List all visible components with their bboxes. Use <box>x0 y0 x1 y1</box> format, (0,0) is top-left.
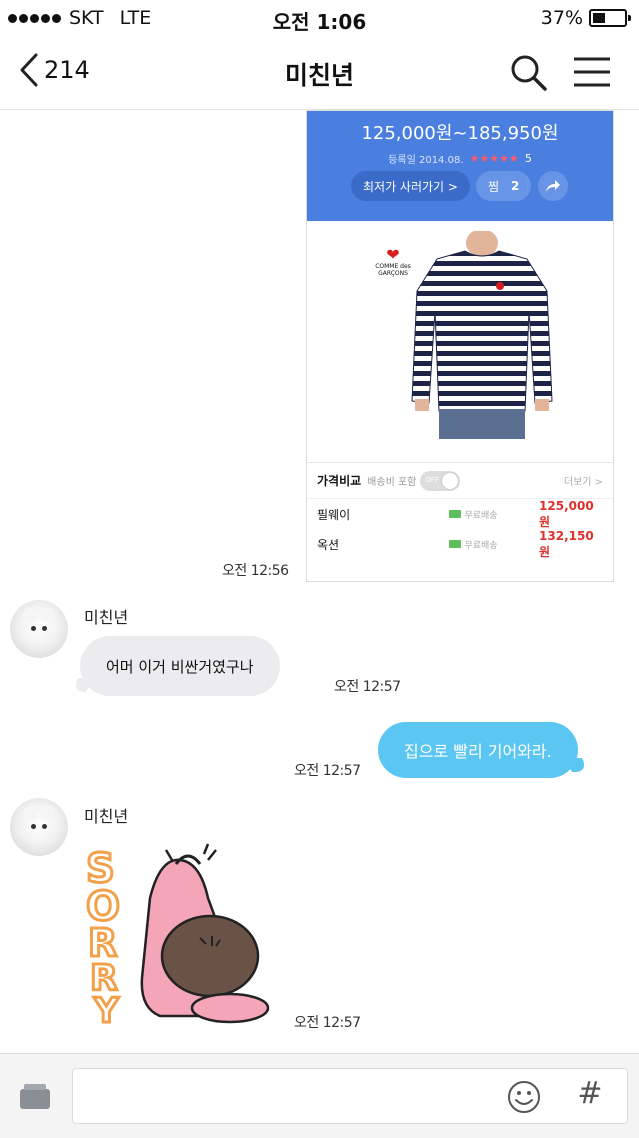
shared-product-card[interactable]: 125,000원~185,950원 등록일 2014.08. ★★★★★ 5 최… <box>306 110 614 582</box>
shop-row[interactable]: 옥션 무료배송 132,150원 <box>307 529 613 559</box>
sender-name: 미친년 <box>84 807 129 826</box>
shop-price: 125,000원 <box>539 498 594 529</box>
avatar[interactable] <box>10 798 68 856</box>
price-compare-title: 가격비교 <box>317 474 362 488</box>
registration-date: 등록일 2014.08. <box>388 155 464 166</box>
share-arrow-icon <box>546 180 560 192</box>
menu-icon[interactable] <box>572 54 612 90</box>
more-link[interactable]: 더보기 > <box>564 473 603 488</box>
shipping-info: 무료배송 <box>449 538 539 551</box>
battery-icon <box>589 9 631 27</box>
attachment-icon[interactable] <box>18 1081 52 1111</box>
shipping-label: 무료배송 <box>464 540 498 551</box>
shipping-toggle[interactable]: OFF <box>420 470 461 491</box>
truck-icon <box>449 510 462 518</box>
message-input-bar: # <box>0 1053 639 1138</box>
incoming-message-bubble[interactable]: 어머 이거 비싼거였구나 <box>80 636 280 696</box>
status-bar: SKT LTE 오전 1:06 37% <box>0 0 639 36</box>
striped-shirt-image <box>411 231 553 439</box>
emoji-icon[interactable] <box>506 1079 542 1115</box>
shop-price: 132,150원 <box>539 528 594 559</box>
chat-header: 214 미친년 <box>0 36 639 110</box>
product-summary: 125,000원~185,950원 등록일 2014.08. ★★★★★ 5 <box>307 111 613 221</box>
shop-name: 옥션 <box>317 537 340 552</box>
sorry-sticker[interactable]: S O R R Y <box>80 838 290 1028</box>
outgoing-message-bubble[interactable]: 집으로 빨리 기어와라. <box>378 722 578 778</box>
battery-percent: 37% <box>540 7 583 29</box>
wishlist-count: 2 <box>511 179 520 193</box>
share-button[interactable] <box>538 171 568 201</box>
battery-info: 37% <box>540 7 631 29</box>
wishlist-label: 찜 <box>487 179 500 194</box>
sender-name: 미친년 <box>84 608 129 627</box>
search-icon[interactable] <box>508 52 548 92</box>
sticker-letter: Y <box>93 991 119 1028</box>
shipping-included-label: 배송비 포함 <box>367 477 417 488</box>
price-range: 125,000원~185,950원 <box>361 123 559 144</box>
lowest-price-button[interactable]: 최저가 사러가기 > <box>351 171 470 201</box>
shop-row[interactable]: 필웨이 무료배송 125,000원 <box>307 499 613 529</box>
shop-name: 필웨이 <box>317 507 351 522</box>
message-time: 오전 12:56 <box>222 563 289 579</box>
rating-value: 5 <box>524 152 532 165</box>
avatar[interactable] <box>10 600 68 658</box>
hashtag-search-button[interactable]: # <box>574 1076 606 1116</box>
price-compare-header: 가격비교 배송비 포함 OFF 더보기 > <box>307 463 613 499</box>
message-time: 오전 12:57 <box>294 1015 361 1031</box>
message-time: 오전 12:57 <box>334 679 401 695</box>
wishlist-button[interactable]: 찜 2 <box>475 171 532 201</box>
product-image[interactable]: ❤ COMME des GARÇONS <box>307 221 613 463</box>
card-actions: 최저가 사러가기 > 찜 2 <box>351 171 532 201</box>
truck-icon <box>449 540 462 548</box>
message-input[interactable] <box>72 1068 628 1124</box>
shipping-info: 무료배송 <box>449 508 539 521</box>
shipping-label: 무료배송 <box>464 510 498 521</box>
action-divider <box>527 177 528 195</box>
message-time: 오전 12:57 <box>294 763 361 779</box>
registration-row: 등록일 2014.08. ★★★★★ 5 <box>307 151 613 166</box>
toggle-state: OFF <box>425 475 439 484</box>
rating-stars-icon: ★★★★★ <box>469 152 519 165</box>
